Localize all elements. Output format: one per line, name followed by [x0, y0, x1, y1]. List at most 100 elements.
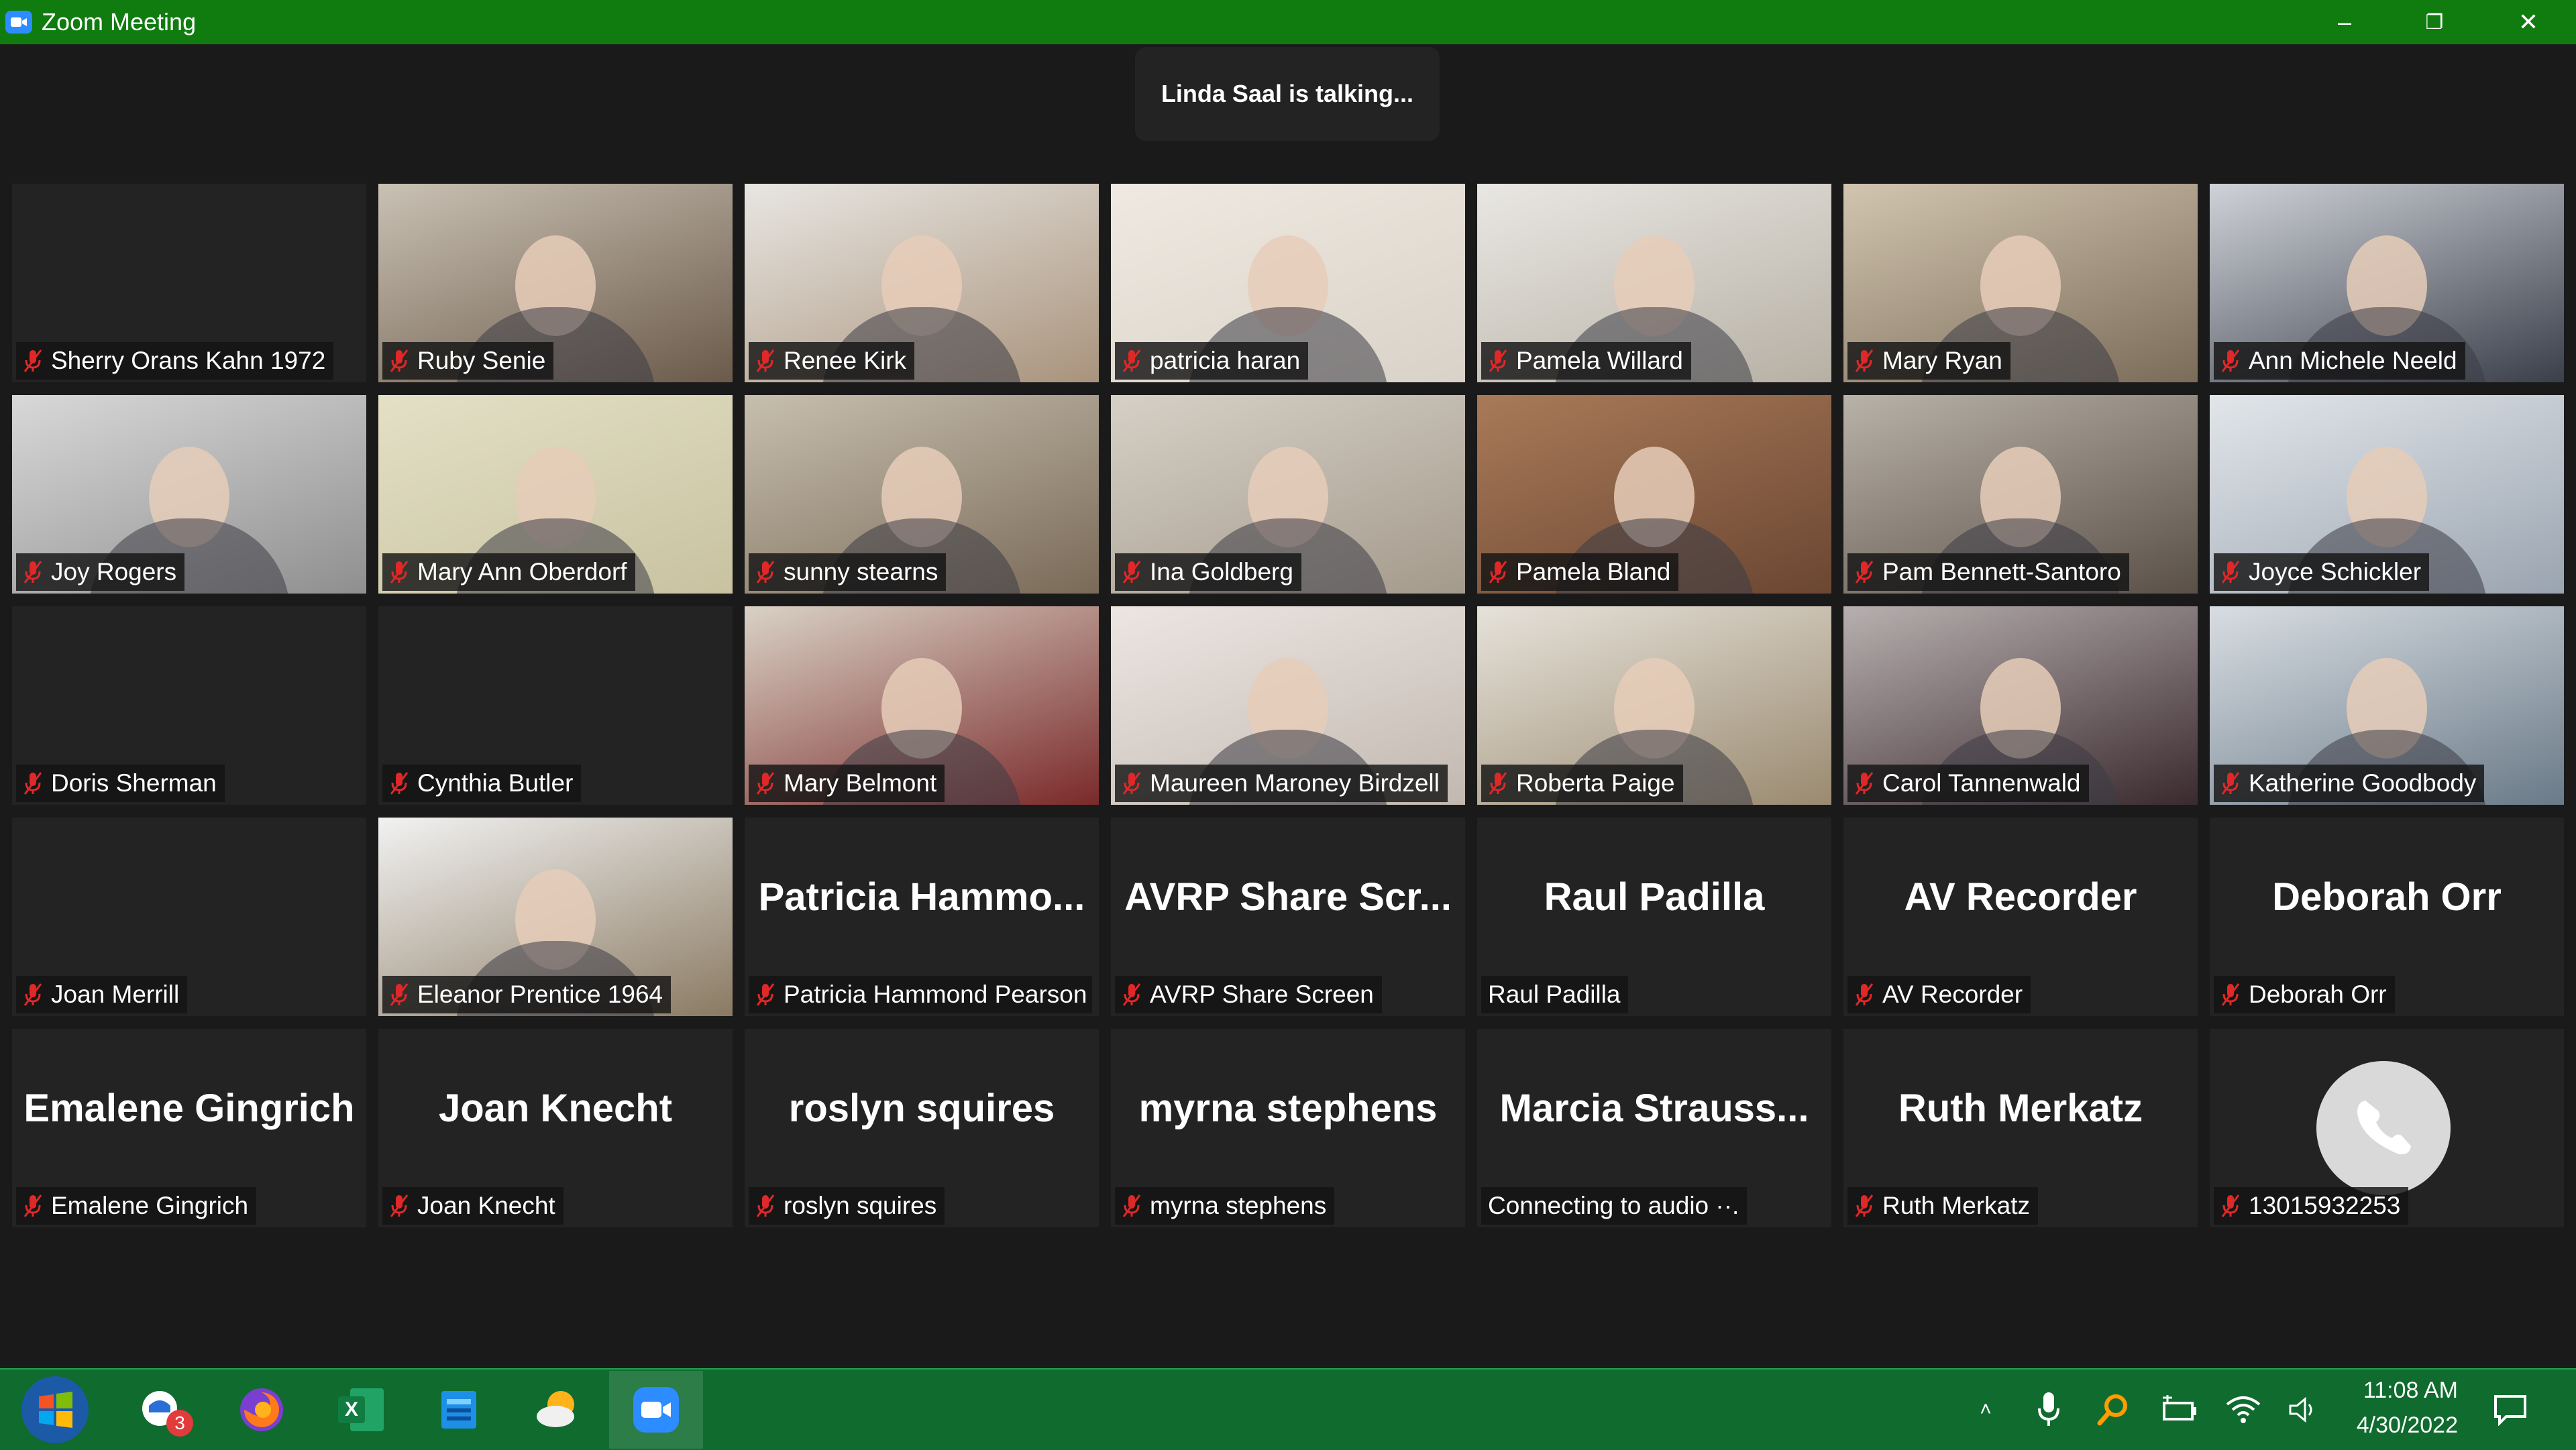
participant-tile[interactable]: Patricia Hammo... Patricia Hammond Pearso… [745, 818, 1099, 1016]
participant-tile[interactable]: Deborah Orr Deborah Orr [2210, 818, 2564, 1016]
participant-tile[interactable]: Ruth Merkatz Ruth Merkatz [1843, 1029, 2198, 1227]
participant-tile[interactable]: Roberta Paige [1477, 606, 1831, 805]
participant-name-label: 13015932253 [2214, 1187, 2409, 1225]
participant-tile[interactable]: Marcia Strauss... Connecting to audio ··. [1477, 1029, 1831, 1227]
participant-name: Katherine Goodbody [2249, 769, 2477, 797]
participant-tile[interactable]: Mary Belmont [745, 606, 1099, 805]
start-button[interactable] [8, 1371, 102, 1449]
wifi-icon [2226, 1396, 2261, 1423]
participant-name: Ruby Senie [417, 347, 546, 374]
participant-name-label: AV Recorder [1847, 976, 2031, 1013]
participant-tile[interactable]: Maureen Maroney Birdzell [1111, 606, 1465, 805]
participant-name-label: myrna stephens [1115, 1187, 1335, 1225]
participant-name: Joan Knecht [417, 1192, 555, 1219]
taskbar-word[interactable] [412, 1371, 506, 1449]
participant-tile[interactable]: patricia haran [1111, 184, 1465, 382]
participant-name: Maureen Maroney Birdzell [1150, 769, 1440, 797]
restore-button[interactable]: ❐ [2391, 0, 2478, 44]
participant-name-label: Mary Ann Oberdorf [382, 553, 635, 591]
participant-tile[interactable]: Ina Goldberg [1111, 395, 1465, 594]
tray-wifi[interactable] [2223, 1390, 2263, 1430]
muted-mic-icon [1122, 1194, 1142, 1218]
participant-name: Sherry Orans Kahn 1972 [51, 347, 326, 374]
muted-mic-icon [23, 560, 43, 584]
participant-tile[interactable]: sunny stearns [745, 395, 1099, 594]
taskbar-mail[interactable]: 3 [115, 1371, 209, 1449]
participant-tile[interactable]: Joan Merrill [12, 818, 366, 1016]
participant-name-label: Joan Merrill [16, 976, 188, 1013]
participant-tile[interactable]: Emalene Gingrich Emalene Gingrich [12, 1029, 366, 1227]
tray-battery[interactable] [2159, 1390, 2199, 1430]
muted-mic-icon [1855, 349, 1874, 372]
participant-tile[interactable]: Pamela Bland [1477, 395, 1831, 594]
participant-name: Joan Merrill [51, 981, 180, 1008]
talking-indicator: Linda Saal is talking... [1135, 47, 1440, 141]
muted-mic-icon [1855, 772, 1874, 795]
muted-mic-icon [23, 771, 43, 795]
participant-tile[interactable]: Katherine Goodbody [2210, 606, 2564, 805]
participant-tile[interactable]: Ruby Senie [378, 184, 733, 382]
taskbar-zoom[interactable] [609, 1371, 703, 1449]
participant-tile[interactable]: AV Recorder AV Recorder [1843, 818, 2198, 1016]
taskbar-firefox[interactable] [215, 1371, 309, 1449]
participant-tile[interactable]: Cynthia Butler [378, 606, 733, 805]
participant-name: Mary Ann Oberdorf [417, 558, 627, 585]
tray-overflow-button[interactable]: ˄ [1966, 1390, 2006, 1430]
tray-volume[interactable] [2284, 1390, 2324, 1430]
speaker-icon [2289, 1396, 2312, 1423]
document-app-icon [441, 1391, 476, 1429]
participant-name: 13015932253 [2249, 1192, 2401, 1219]
participant-tile[interactable]: Joan Knecht Joan Knecht [378, 1029, 733, 1227]
tray-search[interactable] [2093, 1390, 2133, 1430]
participant-tile[interactable]: Joyce Schickler [2210, 395, 2564, 594]
participant-display-name: Joan Knecht [438, 1086, 673, 1130]
participant-tile[interactable]: roslyn squires roslyn squires [745, 1029, 1099, 1227]
clock-time[interactable]: 11:08 AM [2363, 1378, 2458, 1404]
muted-mic-icon [1854, 349, 1874, 373]
participant-tile[interactable]: Joy Rogers [12, 395, 366, 594]
participant-name: Deborah Orr [2249, 981, 2387, 1008]
participant-tile[interactable]: Mary Ann Oberdorf [378, 395, 733, 594]
clock-date[interactable]: 4/30/2022 [2357, 1412, 2458, 1439]
participant-name: Ann Michele Neeld [2249, 347, 2457, 374]
muted-mic-icon [2221, 349, 2240, 372]
muted-mic-icon [755, 771, 775, 795]
taskbar-weather[interactable] [511, 1371, 605, 1449]
participant-display-name: roslyn squires [788, 1086, 1055, 1130]
participant-name: Mary Belmont [784, 769, 937, 797]
participant-name: Patricia Hammond Pearson [784, 981, 1087, 1008]
participant-name-label: AVRP Share Screen [1115, 976, 1382, 1013]
participant-name-label: Renee Kirk [749, 342, 915, 380]
participant-tile[interactable]: Carol Tannenwald [1843, 606, 2198, 805]
participant-tile[interactable]: myrna stephens myrna stephens [1111, 1029, 1465, 1227]
participant-name-label: Doris Sherman [16, 765, 225, 802]
participant-tile[interactable]: Doris Sherman [12, 606, 366, 805]
participant-name: patricia haran [1150, 347, 1301, 374]
participant-tile[interactable]: Ann Michele Neeld [2210, 184, 2564, 382]
participant-name-label: Joyce Schickler [2214, 553, 2430, 591]
excel-icon: X [335, 1386, 384, 1434]
participant-tile[interactable]: Eleanor Prentice 1964 [378, 818, 733, 1016]
participant-tile[interactable]: 13015932253 [2210, 1029, 2564, 1227]
taskbar-excel[interactable]: X [313, 1371, 407, 1449]
participant-tile[interactable]: Renee Kirk [745, 184, 1099, 382]
participant-tile[interactable]: Sherry Orans Kahn 1972 [12, 184, 366, 382]
muted-mic-icon [1488, 349, 1508, 373]
participant-tile[interactable]: AVRP Share Scr... AVRP Share Screen [1111, 818, 1465, 1016]
participant-display-name: Raul Padilla [1544, 875, 1765, 919]
taskbar: 3 X ˄ 11:08 AM 4/30/2022 [0, 1368, 2576, 1450]
muted-mic-icon [2220, 1194, 2241, 1218]
participant-tile[interactable]: Pam Bennett-Santoro [1843, 395, 2198, 594]
muted-mic-icon [1855, 1194, 1874, 1217]
minimize-button[interactable]: – [2301, 0, 2388, 44]
participant-tile[interactable]: Mary Ryan [1843, 184, 2198, 382]
muted-mic-icon [389, 1194, 409, 1218]
participant-tile[interactable]: Raul Padilla Raul Padilla [1477, 818, 1831, 1016]
action-center-button[interactable] [2490, 1390, 2530, 1430]
muted-mic-icon [23, 349, 42, 372]
tray-microphone[interactable] [2029, 1390, 2069, 1430]
participant-name-label: Cynthia Butler [382, 765, 582, 802]
participant-name: Roberta Paige [1516, 769, 1675, 797]
participant-tile[interactable]: Pamela Willard [1477, 184, 1831, 382]
close-button[interactable]: ✕ [2485, 0, 2572, 44]
